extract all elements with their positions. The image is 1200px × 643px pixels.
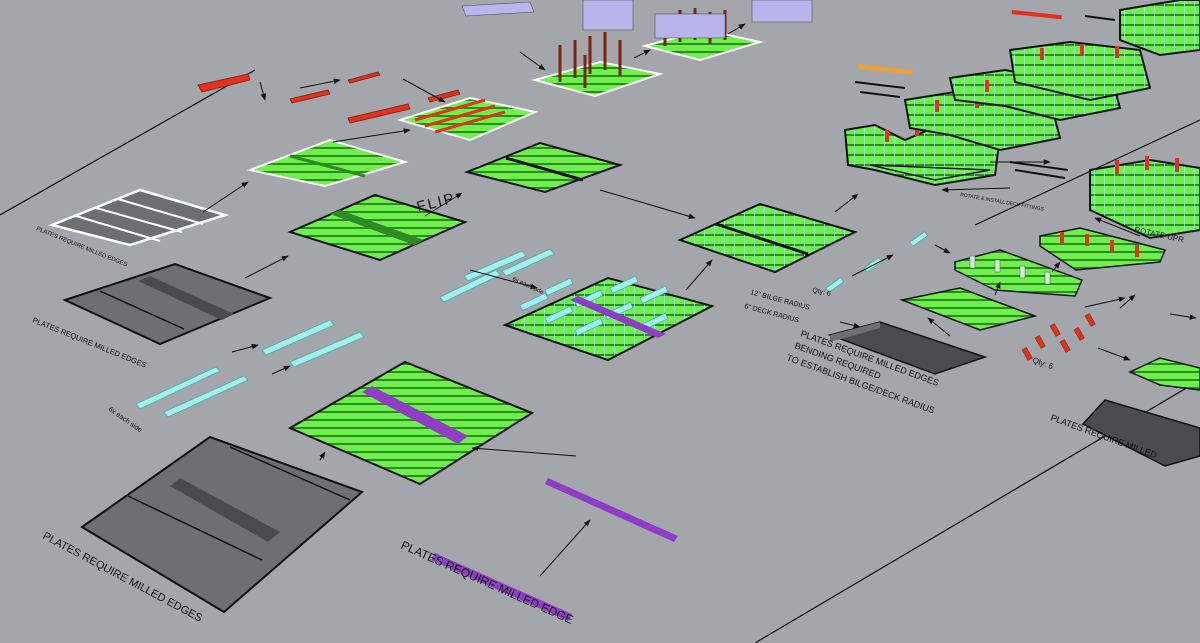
red-grid-floor-top	[396, 96, 539, 142]
white-outline-plates	[47, 188, 230, 247]
green-strip-right	[1128, 357, 1200, 391]
rod-floor-top-b	[641, 8, 764, 62]
panel-blocks-top	[461, 0, 813, 31]
label-deck-fittings: ROTATE & INSTALL DECK FITTINGS	[960, 192, 1045, 213]
label-flip: FLIP	[415, 190, 458, 216]
label-qty-b: Qty: 6	[1031, 355, 1055, 371]
rod-floor-top-a	[531, 32, 664, 98]
combined-floor-assembly	[677, 202, 858, 274]
deck-strip-plain	[899, 287, 1038, 331]
cyan-fittings-right	[825, 231, 929, 293]
keel-bar-bottom	[431, 478, 678, 621]
red-fittings-qty	[1021, 313, 1096, 361]
label-six-each-side-a: 6x each side	[107, 406, 143, 434]
floor-grid-assembly-bottom	[287, 360, 535, 486]
floor-assembly-upper-left	[246, 138, 409, 188]
hull-shell-5	[1119, 0, 1200, 57]
hull-shell-right-mid	[1089, 156, 1200, 240]
label-six-each-side-b: 6x each side	[511, 276, 545, 296]
label-milled-bottom: PLATES REQUIRE MILLED EDGE	[399, 538, 576, 627]
base-plates-bottom	[80, 435, 364, 614]
base-plates-middle	[62, 262, 273, 346]
assembly-diagram-canvas: PLATES REQUIRE MILLED EDGES PLATES REQUI…	[0, 0, 1200, 643]
floor-assembly-flipped	[463, 141, 624, 194]
